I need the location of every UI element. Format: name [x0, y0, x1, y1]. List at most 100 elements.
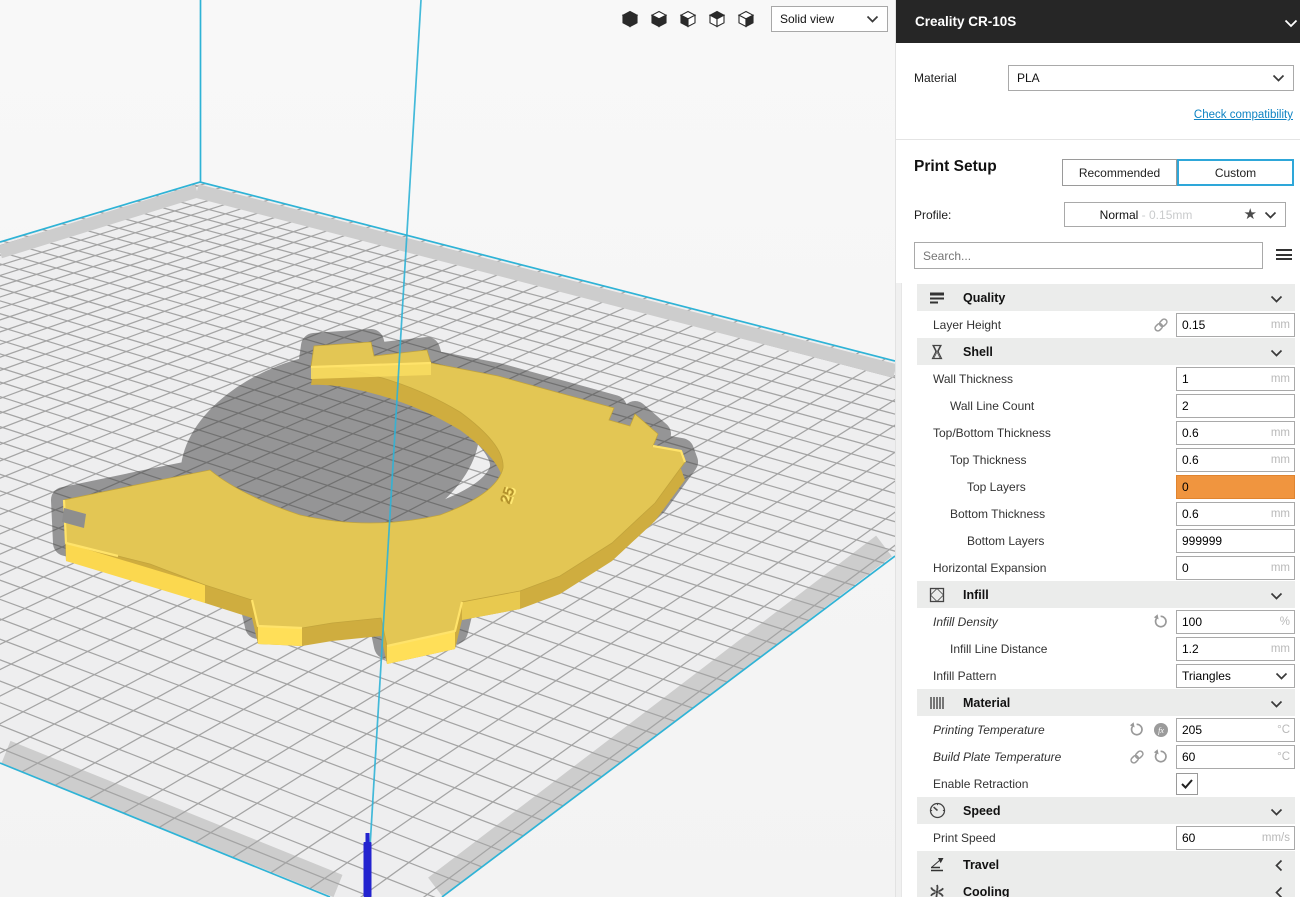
cura-window: 25 25 Solid view	[0, 0, 1300, 897]
category-speed[interactable]: Speed	[917, 797, 1295, 824]
setting-label: Top Thickness	[917, 453, 1026, 467]
fx-icon[interactable]: fx	[1152, 721, 1169, 738]
top-bottom-thickness-input[interactable]: 0.6mm	[1176, 421, 1295, 445]
bottom-thickness-input[interactable]: 0.6mm	[1176, 502, 1295, 526]
bottom-layers-input[interactable]: 999999	[1176, 529, 1295, 553]
printer-selector[interactable]: Creality CR-10S	[896, 0, 1300, 43]
setting-label: Layer Height	[917, 318, 1001, 332]
category-label: Speed	[963, 804, 1001, 818]
setting-label: Top/Bottom Thickness	[917, 426, 1051, 440]
view-front-left-button[interactable]	[647, 7, 670, 32]
setting-row-infill-pattern: Infill Pattern Triangles	[917, 662, 1295, 689]
setting-row-wall-line-count: Wall Line Count 2	[917, 392, 1295, 419]
camera-toolbar: Solid view	[618, 6, 888, 32]
category-shell[interactable]: Shell	[917, 338, 1295, 365]
settings-search	[914, 242, 1263, 269]
setting-row-build-plate-temperature: Build Plate Temperature 60°C	[917, 743, 1295, 770]
settings-scrollbar[interactable]	[896, 283, 902, 897]
setting-label: Enable Retraction	[917, 777, 1028, 791]
printing-temperature-input[interactable]: 205°C	[1176, 718, 1295, 742]
star-icon: ★	[1244, 207, 1257, 222]
chevron-down-icon	[1284, 16, 1298, 31]
category-quality[interactable]: Quality	[917, 284, 1295, 311]
material-dropdown[interactable]: PLA	[1008, 65, 1294, 91]
category-travel[interactable]: Travel	[917, 851, 1295, 878]
viewport-3d[interactable]: 25 25	[0, 0, 895, 897]
wall-line-count-input[interactable]: 2	[1176, 394, 1295, 418]
print-settings-panel: Creality CR-10S Material PLA Check compa…	[895, 0, 1300, 897]
chevron-down-icon	[1270, 292, 1283, 306]
settings-menu-button[interactable]	[1276, 249, 1292, 262]
cooling-icon	[927, 884, 947, 897]
setting-row-enable-retraction: Enable Retraction	[917, 770, 1295, 797]
category-label: Cooling	[963, 885, 1010, 897]
setting-row-bottom-thickness: Bottom Thickness 0.6mm	[917, 500, 1295, 527]
setting-label: Horizontal Expansion	[917, 561, 1046, 575]
horizontal-expansion-input[interactable]: 0mm	[1176, 556, 1295, 580]
category-cooling[interactable]: Cooling	[917, 878, 1295, 897]
chevron-down-icon	[1270, 589, 1283, 603]
speed-icon	[927, 802, 947, 819]
printer-name: Creality CR-10S	[915, 14, 1016, 29]
enable-retraction-checkbox[interactable]	[1176, 773, 1198, 795]
chevron-left-icon	[1275, 859, 1283, 875]
top-layers-input[interactable]: 0	[1176, 475, 1295, 499]
view-right-button[interactable]	[734, 7, 757, 32]
check-compatibility-link[interactable]: Check compatibility	[1194, 109, 1293, 121]
quality-icon	[927, 290, 947, 306]
infill-density-input[interactable]: 100%	[1176, 610, 1295, 634]
z-axis-marker	[364, 833, 372, 897]
link-icon[interactable]	[1152, 316, 1169, 333]
infill-pattern-dropdown[interactable]: Triangles	[1176, 664, 1295, 688]
view-mode-label: Solid view	[780, 12, 834, 26]
material-value: PLA	[1017, 71, 1040, 85]
setting-row-top-thickness: Top Thickness 0.6mm	[917, 446, 1295, 473]
wall-thickness-input[interactable]: 1mm	[1176, 367, 1295, 391]
category-material[interactable]: Material	[917, 689, 1295, 716]
setting-label: Infill Pattern	[917, 669, 996, 683]
chevron-left-icon	[1275, 886, 1283, 897]
setup-mode-tabs: Recommended Custom	[1062, 159, 1294, 186]
category-infill[interactable]: Infill	[917, 581, 1295, 608]
build-plate-temperature-input[interactable]: 60°C	[1176, 745, 1295, 769]
material-label: Material	[914, 71, 957, 85]
link-icon[interactable]	[1128, 748, 1145, 765]
category-label: Travel	[963, 858, 999, 872]
undo-icon[interactable]	[1152, 613, 1169, 630]
infill-icon	[927, 587, 947, 603]
setting-row-bottom-layers: Bottom Layers999999	[917, 527, 1295, 554]
material-icon	[927, 695, 947, 711]
chevron-down-icon	[1272, 71, 1285, 85]
setting-row-print-speed: Print Speed 60mm/s	[917, 824, 1295, 851]
search-input[interactable]	[914, 242, 1263, 269]
setting-row-infill-line-distance: Infill Line Distance1.2mm	[917, 635, 1295, 662]
profile-dropdown[interactable]: Normal - 0.15mm ★	[1064, 202, 1286, 227]
setting-row-top-bottom-thickness: Top/Bottom Thickness 0.6mm	[917, 419, 1295, 446]
setting-label: Build Plate Temperature	[917, 750, 1061, 764]
chevron-down-icon	[1270, 805, 1283, 819]
profile-suffix: - 0.15mm	[1138, 208, 1192, 222]
print-speed-input[interactable]: 60mm/s	[1176, 826, 1295, 850]
view-front-button[interactable]	[676, 7, 699, 32]
profile-label: Profile:	[914, 208, 951, 222]
setting-label: Bottom Thickness	[917, 507, 1045, 521]
view-top-button[interactable]	[705, 7, 728, 32]
undo-icon[interactable]	[1128, 721, 1145, 738]
infill-line-distance-input[interactable]: 1.2mm	[1176, 637, 1295, 661]
panel-divider	[896, 139, 1300, 140]
settings-list: Quality Layer Height 0.15mmShell Wall Thick…	[917, 284, 1295, 897]
undo-icon[interactable]	[1152, 748, 1169, 765]
tab-recommended[interactable]: Recommended	[1062, 159, 1177, 186]
profile-value: Normal - 0.15mm	[1073, 194, 1192, 236]
chevron-down-icon	[1270, 697, 1283, 711]
svg-text:fx: fx	[1158, 726, 1164, 735]
layer-height-input[interactable]: 0.15mm	[1176, 313, 1295, 337]
setting-label: Wall Line Count	[917, 399, 1034, 413]
top-thickness-input[interactable]: 0.6mm	[1176, 448, 1295, 472]
setting-label: Wall Thickness	[917, 372, 1013, 386]
view-3d-button[interactable]	[618, 7, 641, 32]
view-mode-dropdown[interactable]: Solid view	[771, 6, 888, 32]
setting-row-top-layers: Top Layers0	[917, 473, 1295, 500]
tab-custom[interactable]: Custom	[1177, 159, 1294, 186]
setting-label: Print Speed	[917, 831, 996, 845]
